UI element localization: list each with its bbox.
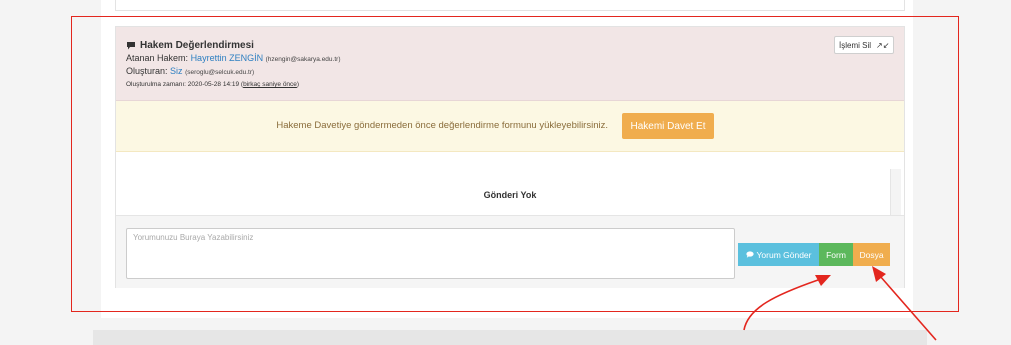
reviewer-evaluation-card: Hakem Değerlendirmesi Atanan Hakem: Hayr…: [115, 26, 905, 288]
created-time-close: ): [296, 81, 300, 88]
card-header: Hakem Değerlendirmesi Atanan Hakem: Hayr…: [116, 27, 904, 101]
previous-card: [115, 0, 905, 11]
assigned-reviewer-line: Atanan Hakem: Hayrettin ZENGİN (hzengin@…: [126, 53, 340, 63]
warning-alert: Hakeme Davetiye göndermeden önce değerle…: [116, 101, 904, 152]
card-title-text: Hakem Değerlendirmesi: [140, 40, 254, 51]
warning-message: Hakeme Davetiye göndermeden önce değerle…: [276, 120, 608, 131]
invite-reviewer-button[interactable]: Hakemi Davet Et: [622, 113, 714, 139]
creator-label: Oluşturan:: [126, 66, 168, 76]
assigned-label: Atanan Hakem:: [126, 53, 189, 63]
send-comment-button[interactable]: Yorum Gönder: [738, 243, 819, 266]
comment-input[interactable]: [126, 228, 735, 279]
delete-action-label: İşlemi Sil: [839, 40, 872, 50]
messages-panel: Gönderi Yok: [116, 152, 904, 215]
delete-action-button[interactable]: İşlemi Sil ↗↙: [834, 36, 895, 54]
created-time-line: Oluşturulma zamanı: 2020-05-28 14:19 (bi…: [126, 81, 299, 88]
messages-scrollbar[interactable]: [890, 169, 901, 217]
creator-email: (seroglu@selcuk.edu.tr): [185, 69, 255, 76]
empty-messages-text: Gönderi Yok: [483, 190, 537, 200]
assigned-reviewer-email: (hzengin@sakarya.edu.tr): [265, 56, 341, 63]
form-button[interactable]: Form: [819, 243, 853, 266]
assigned-reviewer-name[interactable]: Hayrettin ZENGİN: [191, 53, 264, 63]
file-button[interactable]: Dosya: [853, 243, 890, 266]
bottom-bar: [93, 330, 927, 345]
comment-icon: [127, 42, 135, 50]
creator-line: Oluşturan: Siz (seroglu@selcuk.edu.tr): [126, 66, 254, 76]
comment-area: Yorum Gönder Form Dosya: [116, 215, 904, 288]
created-time-text: Oluşturulma zamanı: 2020-05-28 14:19 (: [126, 81, 244, 88]
comment-bubble-icon: [745, 251, 754, 258]
created-relative-time: birkaç saniye önce: [243, 81, 297, 88]
creator-name[interactable]: Siz: [170, 66, 183, 76]
card-title: Hakem Değerlendirmesi: [126, 40, 254, 51]
send-comment-label: Yorum Gönder: [756, 249, 812, 260]
expand-icon[interactable]: ↗↙: [876, 41, 889, 50]
